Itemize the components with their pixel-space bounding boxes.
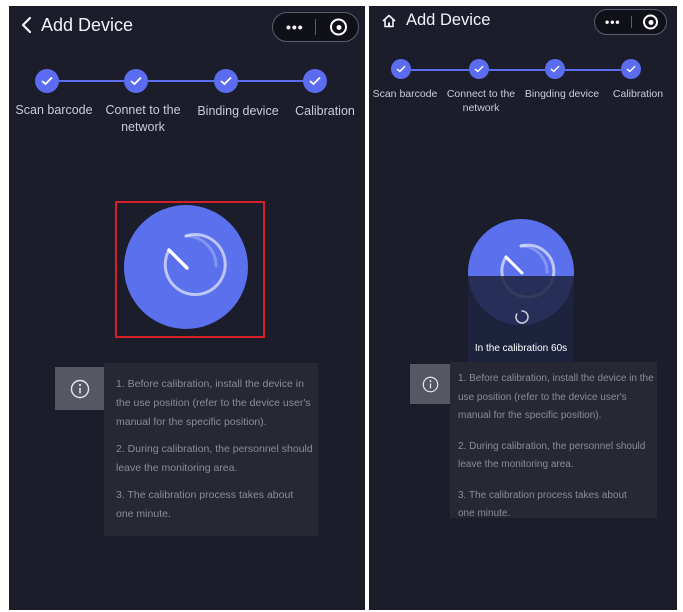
instructions-panel: 1. Before calibration, install the devic… xyxy=(104,363,318,536)
info-icon xyxy=(422,376,438,392)
mini-program-capsule: ••• xyxy=(594,9,667,35)
step-check-icon xyxy=(391,59,411,79)
step-check-icon xyxy=(35,69,59,93)
step-label-binding: Binding device xyxy=(197,104,279,118)
step-label-scan: Scan barcode xyxy=(372,88,438,100)
instruction-1: 1. Before calibration, install the devic… xyxy=(458,373,654,421)
step-check-icon xyxy=(621,59,641,79)
step-check-icon xyxy=(214,69,238,93)
step-check-icon xyxy=(124,69,148,93)
step-connector xyxy=(148,80,214,82)
step-label-scan: Scan barcode xyxy=(15,103,93,117)
step-label-network: Connet to the network xyxy=(105,103,181,134)
step-check-icon xyxy=(303,69,327,93)
more-dots-icon[interactable]: ••• xyxy=(286,19,304,35)
step-check-icon xyxy=(469,59,489,79)
step-label-calibration: Calibration xyxy=(612,88,664,100)
left-phone-screen: Add Device ••• Scan barcode Connet to th… xyxy=(9,6,365,610)
info-badge xyxy=(55,367,104,410)
loading-spinner-icon xyxy=(514,309,530,330)
right-phone-screen: Add Device ••• Scan barcode Connect to t… xyxy=(369,6,677,610)
step-label-calibration: Calibration xyxy=(295,104,355,118)
close-target-icon[interactable] xyxy=(643,14,658,30)
step-connector xyxy=(411,69,469,71)
step-connector xyxy=(489,69,547,71)
step-connector xyxy=(565,69,621,71)
capsule-divider xyxy=(631,16,632,28)
calibrate-button[interactable] xyxy=(124,205,248,329)
instructions-panel: 1. Before calibration, install the devic… xyxy=(450,362,657,519)
step-label-binding: Bingding device xyxy=(524,88,600,100)
instruction-2: 2. During calibration, the personnel sho… xyxy=(116,443,313,474)
capsule-divider xyxy=(315,19,316,35)
close-target-icon[interactable] xyxy=(330,18,347,36)
step-label-network: Connect to the network xyxy=(446,88,516,115)
page-title: Add Device xyxy=(406,11,491,29)
step-connector xyxy=(58,80,124,82)
page-title: Add Device xyxy=(41,15,134,35)
step-connector xyxy=(238,80,304,82)
instruction-2: 2. During calibration, the personnel sho… xyxy=(458,440,646,471)
info-icon xyxy=(70,379,89,398)
back-arrow-icon[interactable] xyxy=(20,16,32,39)
info-badge xyxy=(410,364,450,404)
instruction-1: 1. Before calibration, install the devic… xyxy=(116,378,311,428)
mini-program-capsule: ••• xyxy=(272,12,359,42)
calibration-status: In the calibration 60s xyxy=(474,343,568,354)
step-check-icon xyxy=(545,59,565,79)
instruction-3: 3. The calibration process takes about o… xyxy=(116,489,294,520)
instruction-3: 3. The calibration process takes about o… xyxy=(458,489,627,520)
calibrate-icon xyxy=(163,233,227,297)
home-icon[interactable] xyxy=(381,13,397,34)
more-dots-icon[interactable]: ••• xyxy=(605,15,621,29)
